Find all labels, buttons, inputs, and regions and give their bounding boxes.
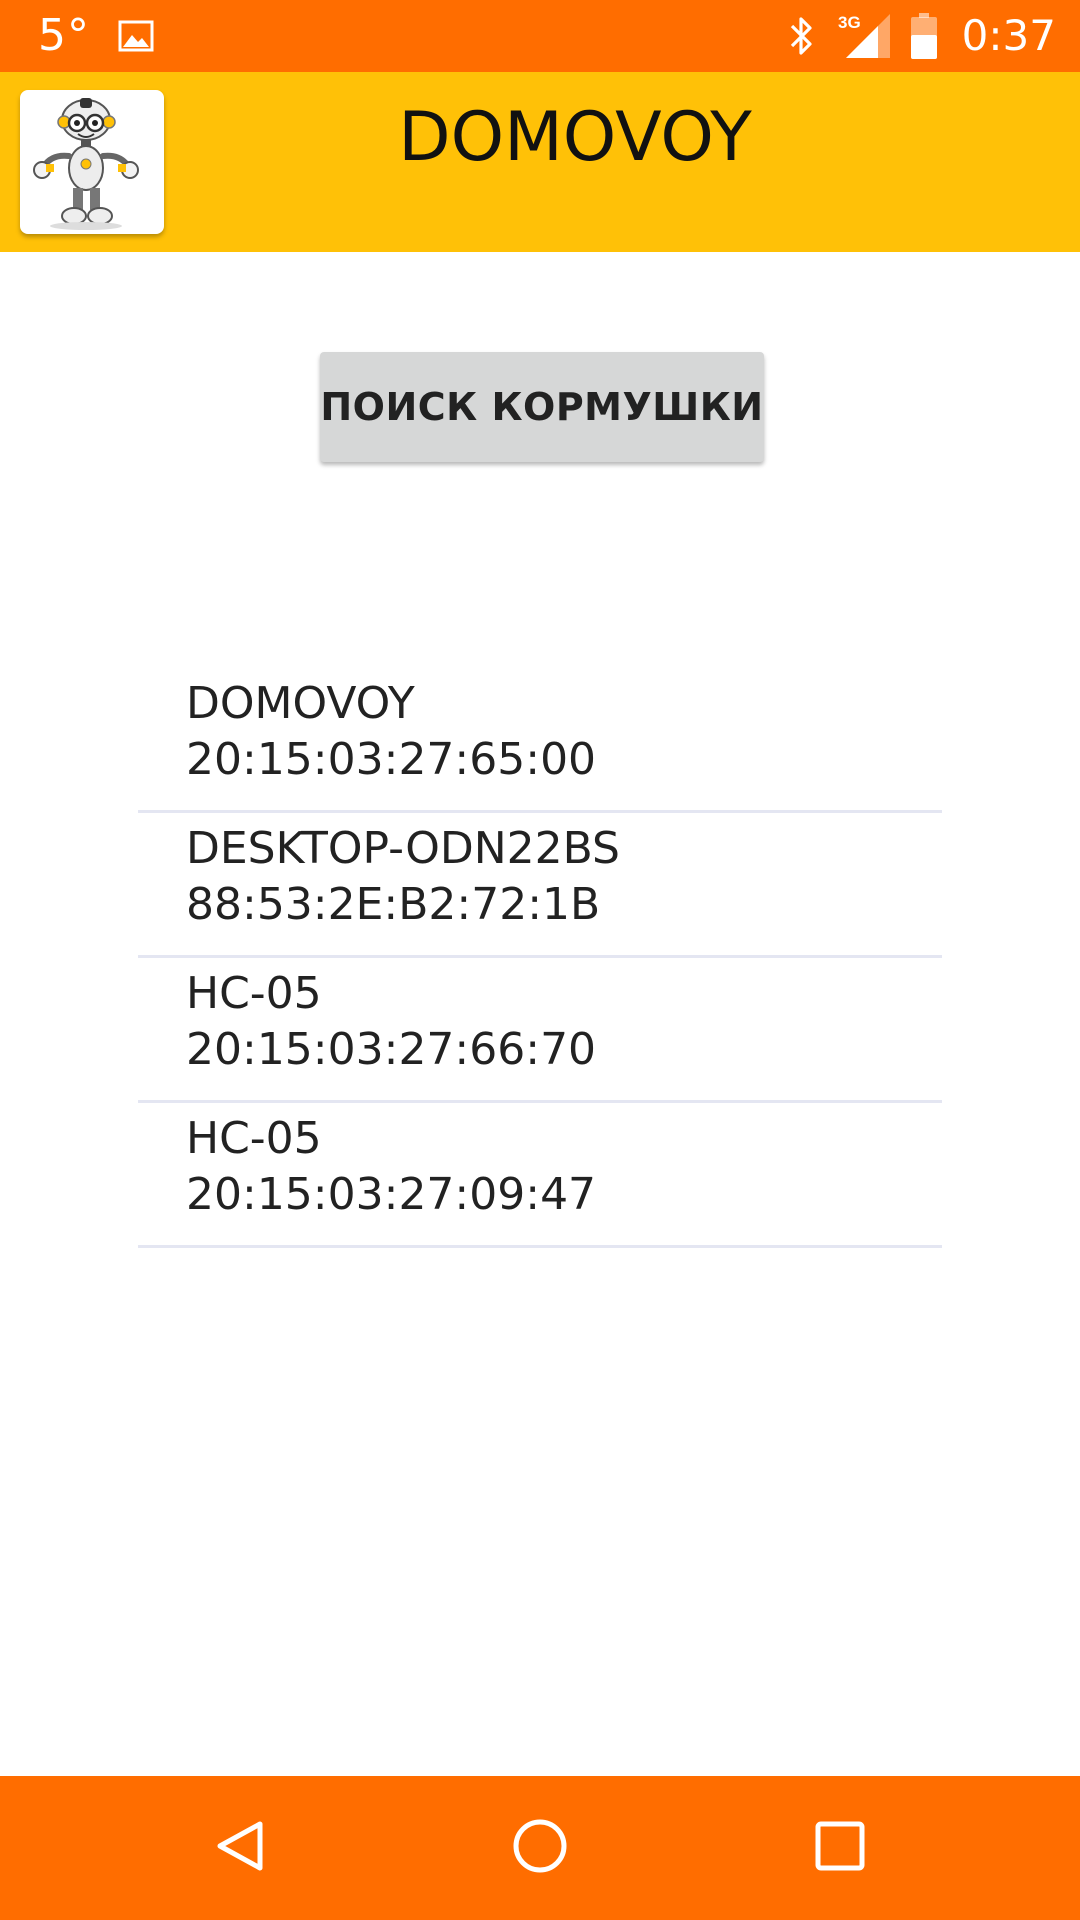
screen: 5° 3G 0:37 DOMOVOY ПОИСК КОРМУШКИ DOMOVO… — [0, 0, 1080, 1920]
status-bar: 5° 3G 0:37 — [0, 0, 1080, 72]
list-item[interactable]: HC-05 20:15:03:27:66:70 — [138, 958, 942, 1103]
list-item[interactable]: DESKTOP-ODN22BS 88:53:2E:B2:72:1B — [138, 813, 942, 958]
battery-icon — [910, 13, 938, 59]
recents-button[interactable] — [790, 1798, 890, 1898]
temperature-indicator: 5° — [38, 10, 90, 61]
status-right: 3G 0:37 — [788, 0, 1056, 72]
recents-icon — [810, 1816, 870, 1880]
device-address: 88:53:2E:B2:72:1B — [186, 879, 601, 930]
device-name: HC-05 — [186, 968, 322, 1019]
device-name: HC-05 — [186, 1113, 322, 1164]
device-address: 20:15:03:27:09:47 — [186, 1169, 597, 1220]
bluetooth-icon — [788, 14, 816, 58]
device-name: DESKTOP-ODN22BS — [186, 823, 620, 874]
back-icon — [210, 1816, 270, 1880]
navigation-bar — [0, 1776, 1080, 1920]
list-item[interactable]: DOMOVOY 20:15:03:27:65:00 — [138, 668, 942, 813]
back-button[interactable] — [190, 1798, 290, 1898]
home-button[interactable] — [490, 1798, 590, 1898]
list-item[interactable]: HC-05 20:15:03:27:09:47 — [138, 1103, 942, 1248]
image-icon — [118, 20, 154, 52]
device-address: 20:15:03:27:66:70 — [186, 1024, 597, 1075]
search-feeder-button[interactable]: ПОИСК КОРМУШКИ — [320, 352, 764, 462]
status-left: 5° — [38, 0, 154, 72]
clock: 0:37 — [961, 11, 1056, 60]
device-address: 20:15:03:27:65:00 — [186, 734, 597, 785]
signal-icon: 3G — [834, 12, 892, 60]
device-list: DOMOVOY 20:15:03:27:65:00 DESKTOP-ODN22B… — [138, 668, 942, 1248]
app-bar: DOMOVOY — [0, 72, 1080, 252]
network-type: 3G — [838, 13, 861, 32]
robot-logo-icon — [20, 90, 164, 234]
device-name: DOMOVOY — [186, 678, 415, 729]
home-icon — [510, 1816, 570, 1880]
